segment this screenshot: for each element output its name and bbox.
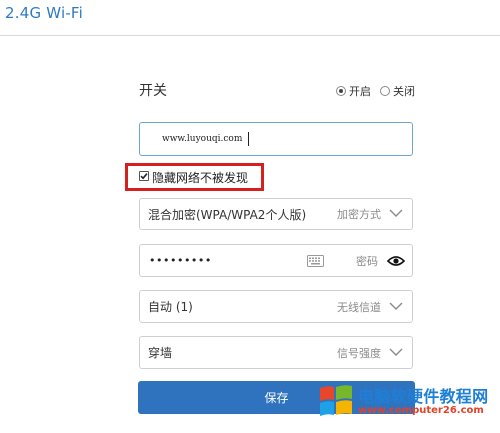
channel-value: 自动 (1) xyxy=(148,300,193,314)
checkbox-check-icon xyxy=(140,173,148,180)
encryption-select[interactable]: 混合加密(WPA/WPA2个人版) 加密方式 xyxy=(139,198,413,230)
page-title: 2.4G Wi-Fi xyxy=(5,4,84,22)
channel-select[interactable]: 自动 (1) 无线信道 xyxy=(139,290,413,323)
radio-off[interactable] xyxy=(380,86,390,96)
password-value: ••••••••• xyxy=(149,254,212,267)
switch-label: 开关 xyxy=(139,83,167,99)
ssid-input[interactable]: www.luyouqi.com xyxy=(139,122,413,156)
signal-select[interactable]: 穿墙 信号强度 xyxy=(139,336,413,369)
keyboard-icon[interactable] xyxy=(307,255,324,267)
header-divider xyxy=(0,35,500,36)
ssid-value: www.luyouqi.com xyxy=(162,134,243,144)
radio-on[interactable] xyxy=(336,86,346,96)
signal-hint: 信号强度 xyxy=(337,346,381,360)
switch-radio-group: 开启 关闭 xyxy=(336,83,424,99)
hide-network-label[interactable]: 隐藏网络不被发现 xyxy=(152,169,248,186)
password-input[interactable]: ••••••••• 密码 xyxy=(139,244,413,277)
watermark-title: 电脑软硬件教程网 xyxy=(358,387,489,406)
radio-on-label[interactable]: 开启 xyxy=(349,83,371,99)
radio-off-label[interactable]: 关闭 xyxy=(393,83,415,99)
chevron-down-icon xyxy=(389,348,403,356)
encryption-value: 混合加密(WPA/WPA2个人版) xyxy=(148,207,307,222)
chevron-down-icon xyxy=(389,302,403,310)
watermark-url: www.computer26.com xyxy=(358,405,484,416)
text-caret xyxy=(248,132,250,146)
eye-icon[interactable] xyxy=(387,255,405,267)
signal-value: 穿墙 xyxy=(148,346,173,360)
windows-logo-icon xyxy=(320,385,352,416)
watermark: 电脑软硬件教程网 www.computer26.com xyxy=(318,380,494,422)
encryption-hint: 加密方式 xyxy=(337,208,381,221)
hide-network-checkbox[interactable] xyxy=(139,171,149,181)
chevron-down-icon xyxy=(389,209,403,217)
channel-hint: 无线信道 xyxy=(337,300,381,314)
password-hint: 密码 xyxy=(356,254,378,268)
